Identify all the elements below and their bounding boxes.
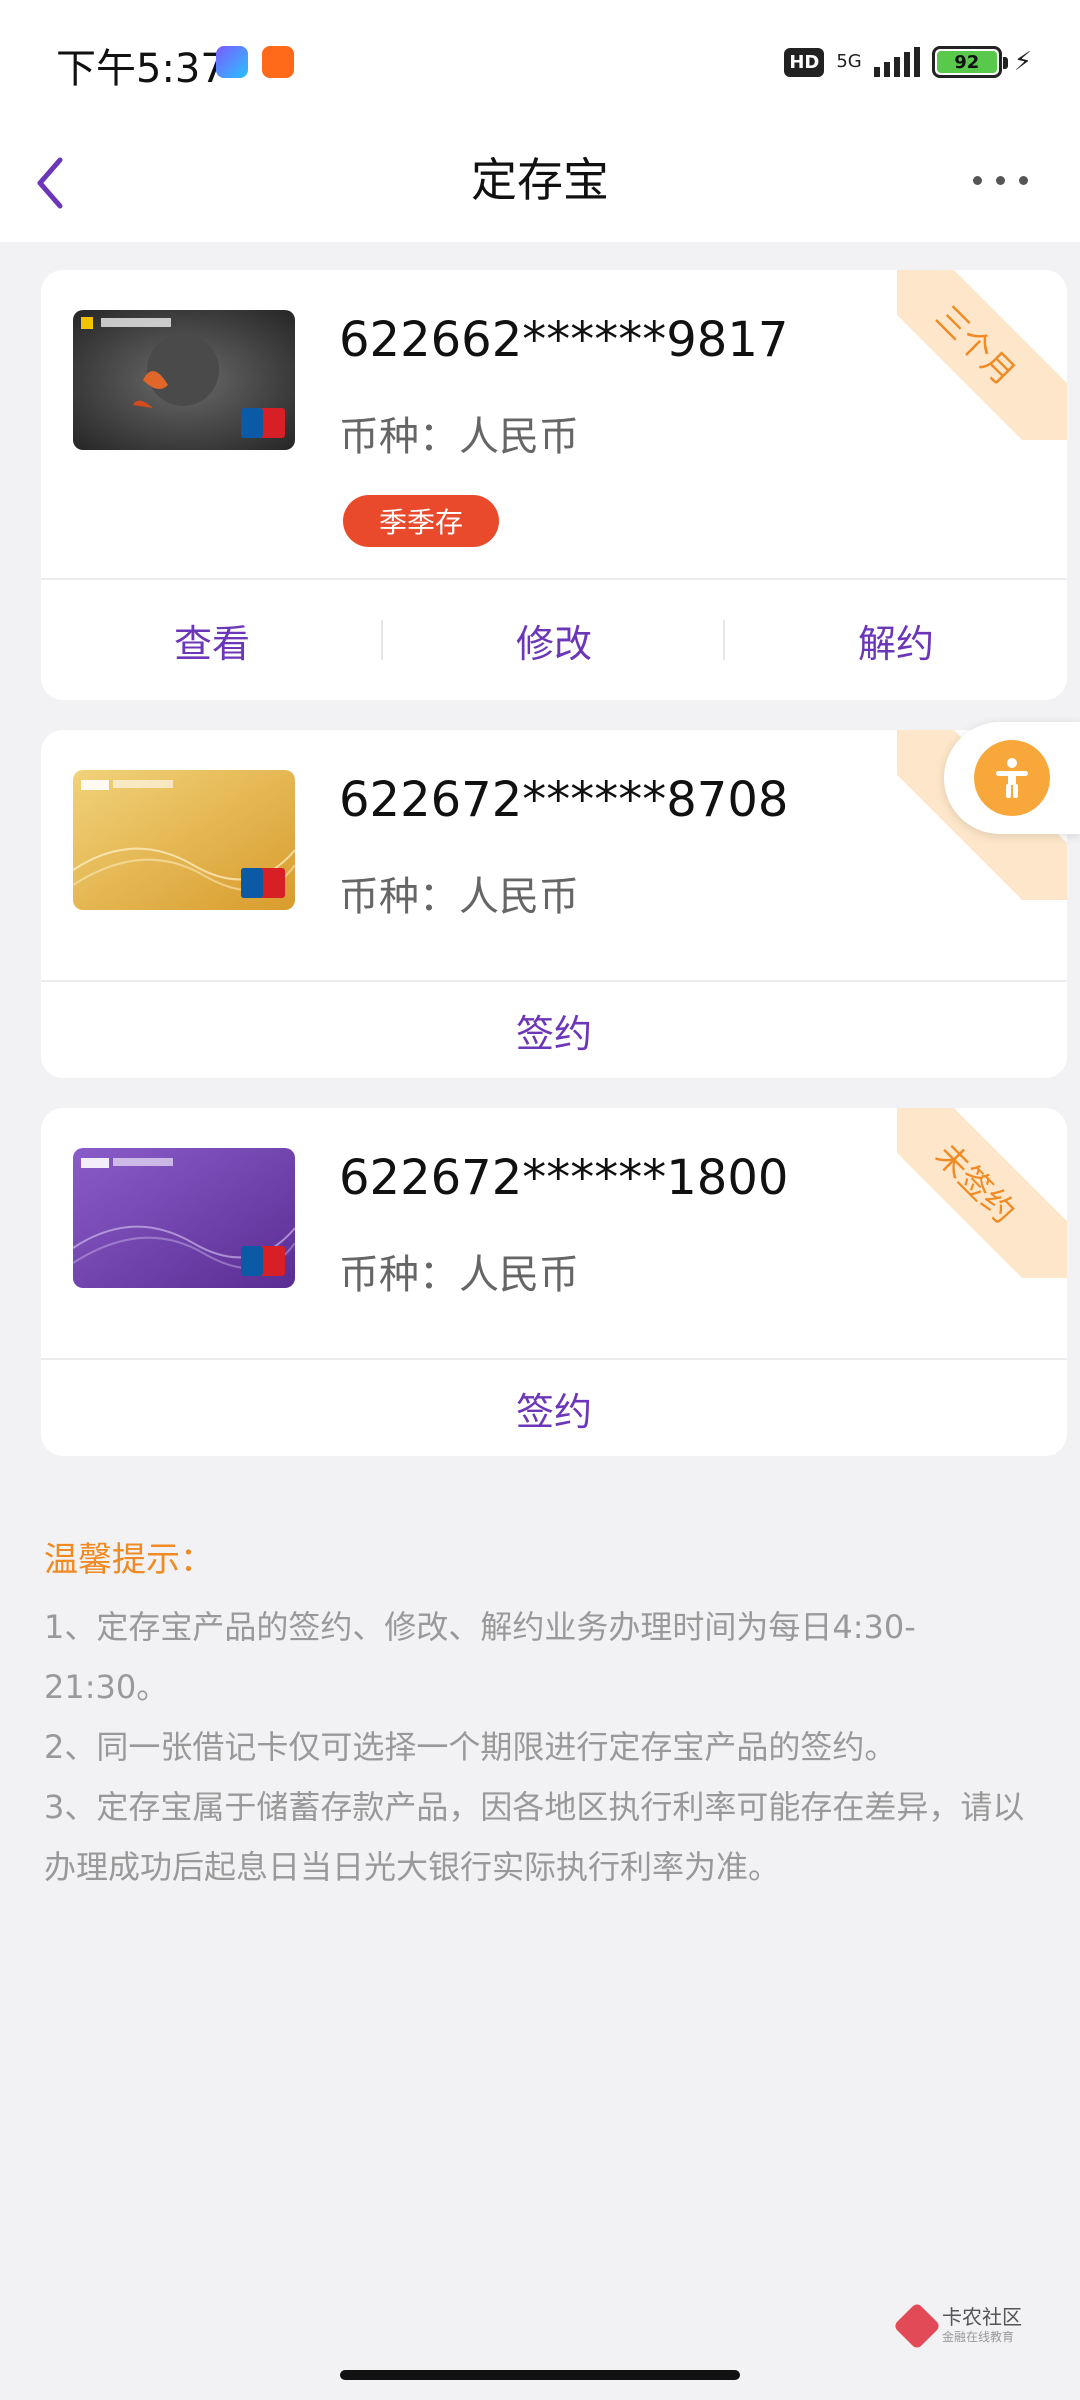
- card-image-purple: [73, 1148, 295, 1288]
- card-currency: 币种：人民币: [339, 414, 579, 460]
- card-actions: 查看 修改 解约: [41, 580, 1067, 700]
- status-indicators: HD 5G 92 ⚡: [784, 40, 1032, 84]
- view-label: 查看: [173, 621, 250, 666]
- terminate-button[interactable]: 解约: [725, 580, 1067, 700]
- card-image-gold: [73, 770, 295, 910]
- card-currency: 币种：人民币: [339, 1252, 579, 1298]
- sign-button[interactable]: 签约: [41, 1360, 1067, 1456]
- ribbon-label: 三个月: [928, 298, 1023, 393]
- bank-card-item: 622672******8708 币种：人民币 签约: [41, 730, 1067, 1078]
- watermark-logo-icon: [892, 2301, 942, 2350]
- card-actions: 签约: [41, 1360, 1067, 1456]
- home-indicator[interactable]: [340, 2370, 740, 2380]
- status-time: 下午5:37: [56, 46, 226, 92]
- card-actions: 签约: [41, 982, 1067, 1078]
- hd-badge: HD: [784, 47, 825, 77]
- mi-app-icon: [262, 46, 294, 78]
- status-ribbon: 未签约: [897, 1108, 1067, 1278]
- accessibility-icon: [974, 740, 1050, 816]
- card-number: 622672******1800: [339, 1150, 789, 1206]
- tips-item: 1、定存宝产品的签约、修改、解约业务办理时间为每日4:30-21:30。: [44, 1608, 916, 1706]
- bank-card-item: 622672******1800 币种：人民币 未签约 签约: [41, 1108, 1067, 1456]
- modify-label: 修改: [515, 621, 592, 666]
- status-bar: 下午5:37 HD 5G 92 ⚡: [0, 0, 1080, 120]
- card-number: 622662******9817: [339, 312, 789, 368]
- accessibility-float-button[interactable]: [944, 722, 1080, 834]
- more-dot-icon: [995, 175, 1005, 185]
- network-type: 5G: [836, 51, 862, 72]
- product-tag: 季季存: [343, 495, 499, 547]
- modify-button[interactable]: 修改: [383, 580, 725, 700]
- charging-icon: ⚡: [1013, 47, 1032, 77]
- more-dot-icon: [1018, 175, 1028, 185]
- battery-icon: 92: [931, 46, 1008, 78]
- tips-item: 3、定存宝属于储蓄存款产品，因各地区执行利率可能存在差异，请以办理成功后起息日当…: [44, 1788, 1025, 1886]
- term-ribbon: 三个月: [897, 270, 1067, 440]
- tips-item: 2、同一张借记卡仅可选择一个期限进行定存宝产品的签约。: [44, 1728, 897, 1766]
- watermark: 卡农社区 金融在线教育: [892, 2301, 1022, 2350]
- signal-icon: [873, 47, 920, 77]
- page-title: 定存宝: [471, 153, 609, 207]
- sign-button[interactable]: 签约: [41, 982, 1067, 1078]
- ribbon-label: 未签约: [928, 1136, 1023, 1231]
- view-button[interactable]: 查看: [41, 580, 383, 700]
- sign-label: 签约: [515, 1011, 592, 1056]
- bank-card-item: 622662******9817 币种：人民币 季季存 三个月 查看 修改 解约: [41, 270, 1067, 700]
- sign-label: 签约: [515, 1389, 592, 1434]
- nav-bar: 定存宝: [0, 120, 1080, 242]
- card-number: 622672******8708: [339, 772, 789, 828]
- more-dot-icon: [972, 175, 982, 185]
- card-image-dark: [73, 310, 295, 450]
- card-currency: 币种：人民币: [339, 874, 579, 920]
- watermark-name: 卡农社区: [942, 2305, 1022, 2329]
- battery-level: 92: [936, 51, 997, 73]
- tips-title: 温馨提示：: [44, 1540, 214, 1580]
- play-app-icon: [216, 46, 248, 78]
- watermark-sub: 金融在线教育: [942, 2330, 1015, 2344]
- tips-section: 温馨提示： 1、定存宝产品的签约、修改、解约业务办理时间为每日4:30-21:3…: [44, 1532, 1034, 1897]
- more-options-button[interactable]: [960, 150, 1040, 210]
- terminate-label: 解约: [857, 621, 934, 666]
